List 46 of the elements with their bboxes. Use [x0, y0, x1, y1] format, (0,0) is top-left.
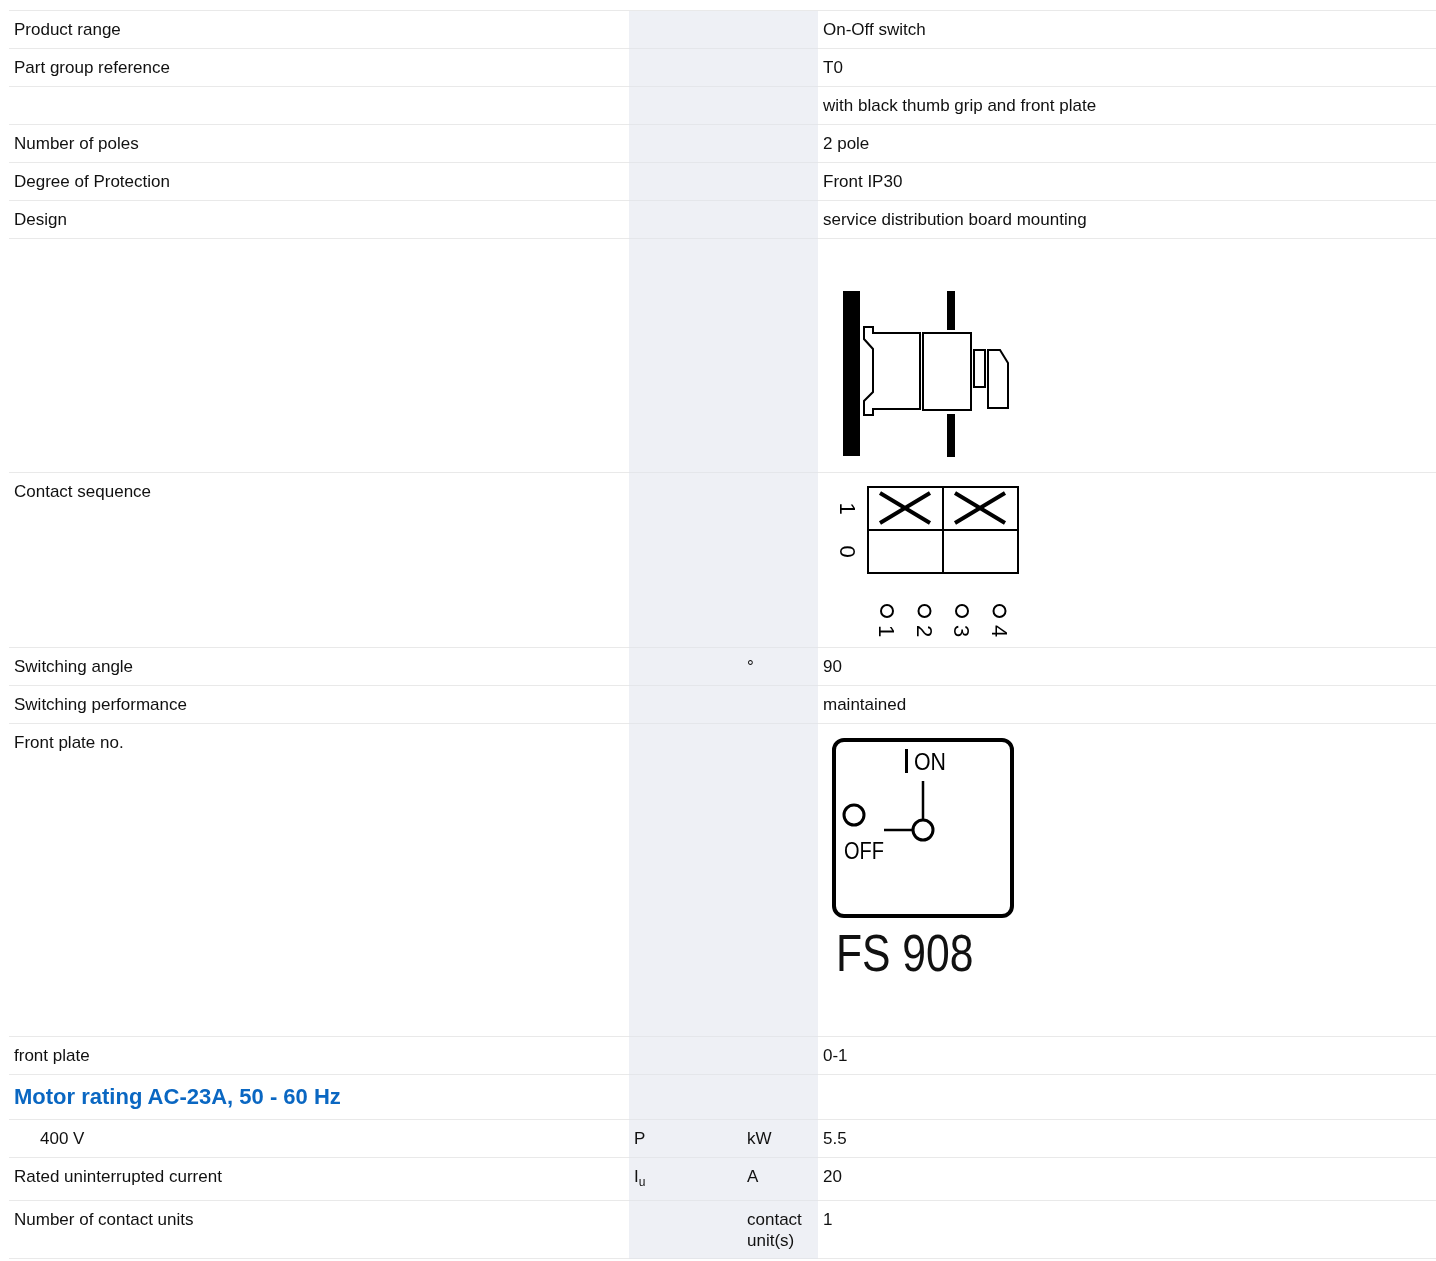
table-cell: Switching angle	[9, 648, 629, 686]
table-cell: Design	[9, 201, 629, 239]
position-label: 0	[835, 545, 860, 558]
table-cell: with black thumb grip and front plate	[818, 87, 1436, 125]
table-cell: 90	[818, 648, 1436, 686]
table-cell: Rated uninterrupted current	[9, 1158, 629, 1201]
table-cell: maintained	[818, 686, 1436, 724]
on-mark-icon	[905, 749, 908, 773]
table-cell: 20	[818, 1158, 1436, 1201]
plate-code: FS 908	[836, 927, 974, 979]
terminal-label: 3	[949, 624, 974, 638]
terminal-icon	[955, 604, 969, 618]
table-cell: 400 V	[9, 1120, 629, 1158]
table-cell: Number of poles	[9, 125, 629, 163]
table-cell: 0-1	[818, 1037, 1436, 1075]
table-cell: 5.5	[818, 1120, 1436, 1158]
terminal-label: 4	[986, 624, 1012, 638]
table-cell: 2 pole	[818, 125, 1436, 163]
table-cell: Switching performance	[9, 686, 629, 724]
table-cell: I$_{u}$	[629, 1158, 742, 1201]
table-cell: On-Off switch	[818, 11, 1436, 49]
table-cell: P	[629, 1120, 742, 1158]
switch-handle-drawing	[882, 779, 935, 842]
table-cell: kW	[742, 1120, 818, 1158]
table-cell: Product range	[9, 11, 629, 49]
terminal-icon	[917, 604, 932, 618]
on-label: ON	[914, 748, 950, 775]
terminal-icon	[880, 604, 894, 618]
terminal-icon	[992, 604, 1007, 618]
position-label: 1	[835, 502, 860, 515]
table-cell: °	[742, 648, 818, 686]
table-cell: A	[742, 1158, 818, 1201]
table-cell: 1	[818, 1201, 1436, 1259]
table-cell: Number of contact units	[9, 1201, 629, 1259]
table-cell: T0	[818, 49, 1436, 87]
table-cell: Front IP30	[818, 163, 1436, 201]
terminal-label: 2	[911, 624, 937, 638]
terminal-label: 1	[874, 624, 899, 638]
table-cell: service distribution board mounting	[818, 201, 1436, 239]
off-label: OFF	[844, 837, 892, 864]
table-cell: front plate	[9, 1037, 629, 1075]
table-cell: contact unit(s)	[742, 1201, 818, 1259]
section-heading: Motor rating AC-23A, 50 - 60 Hz	[9, 1075, 629, 1120]
off-mark-icon	[842, 803, 866, 827]
table-cell: Degree of Protection	[9, 163, 629, 201]
table-cell: Part group reference	[9, 49, 629, 87]
